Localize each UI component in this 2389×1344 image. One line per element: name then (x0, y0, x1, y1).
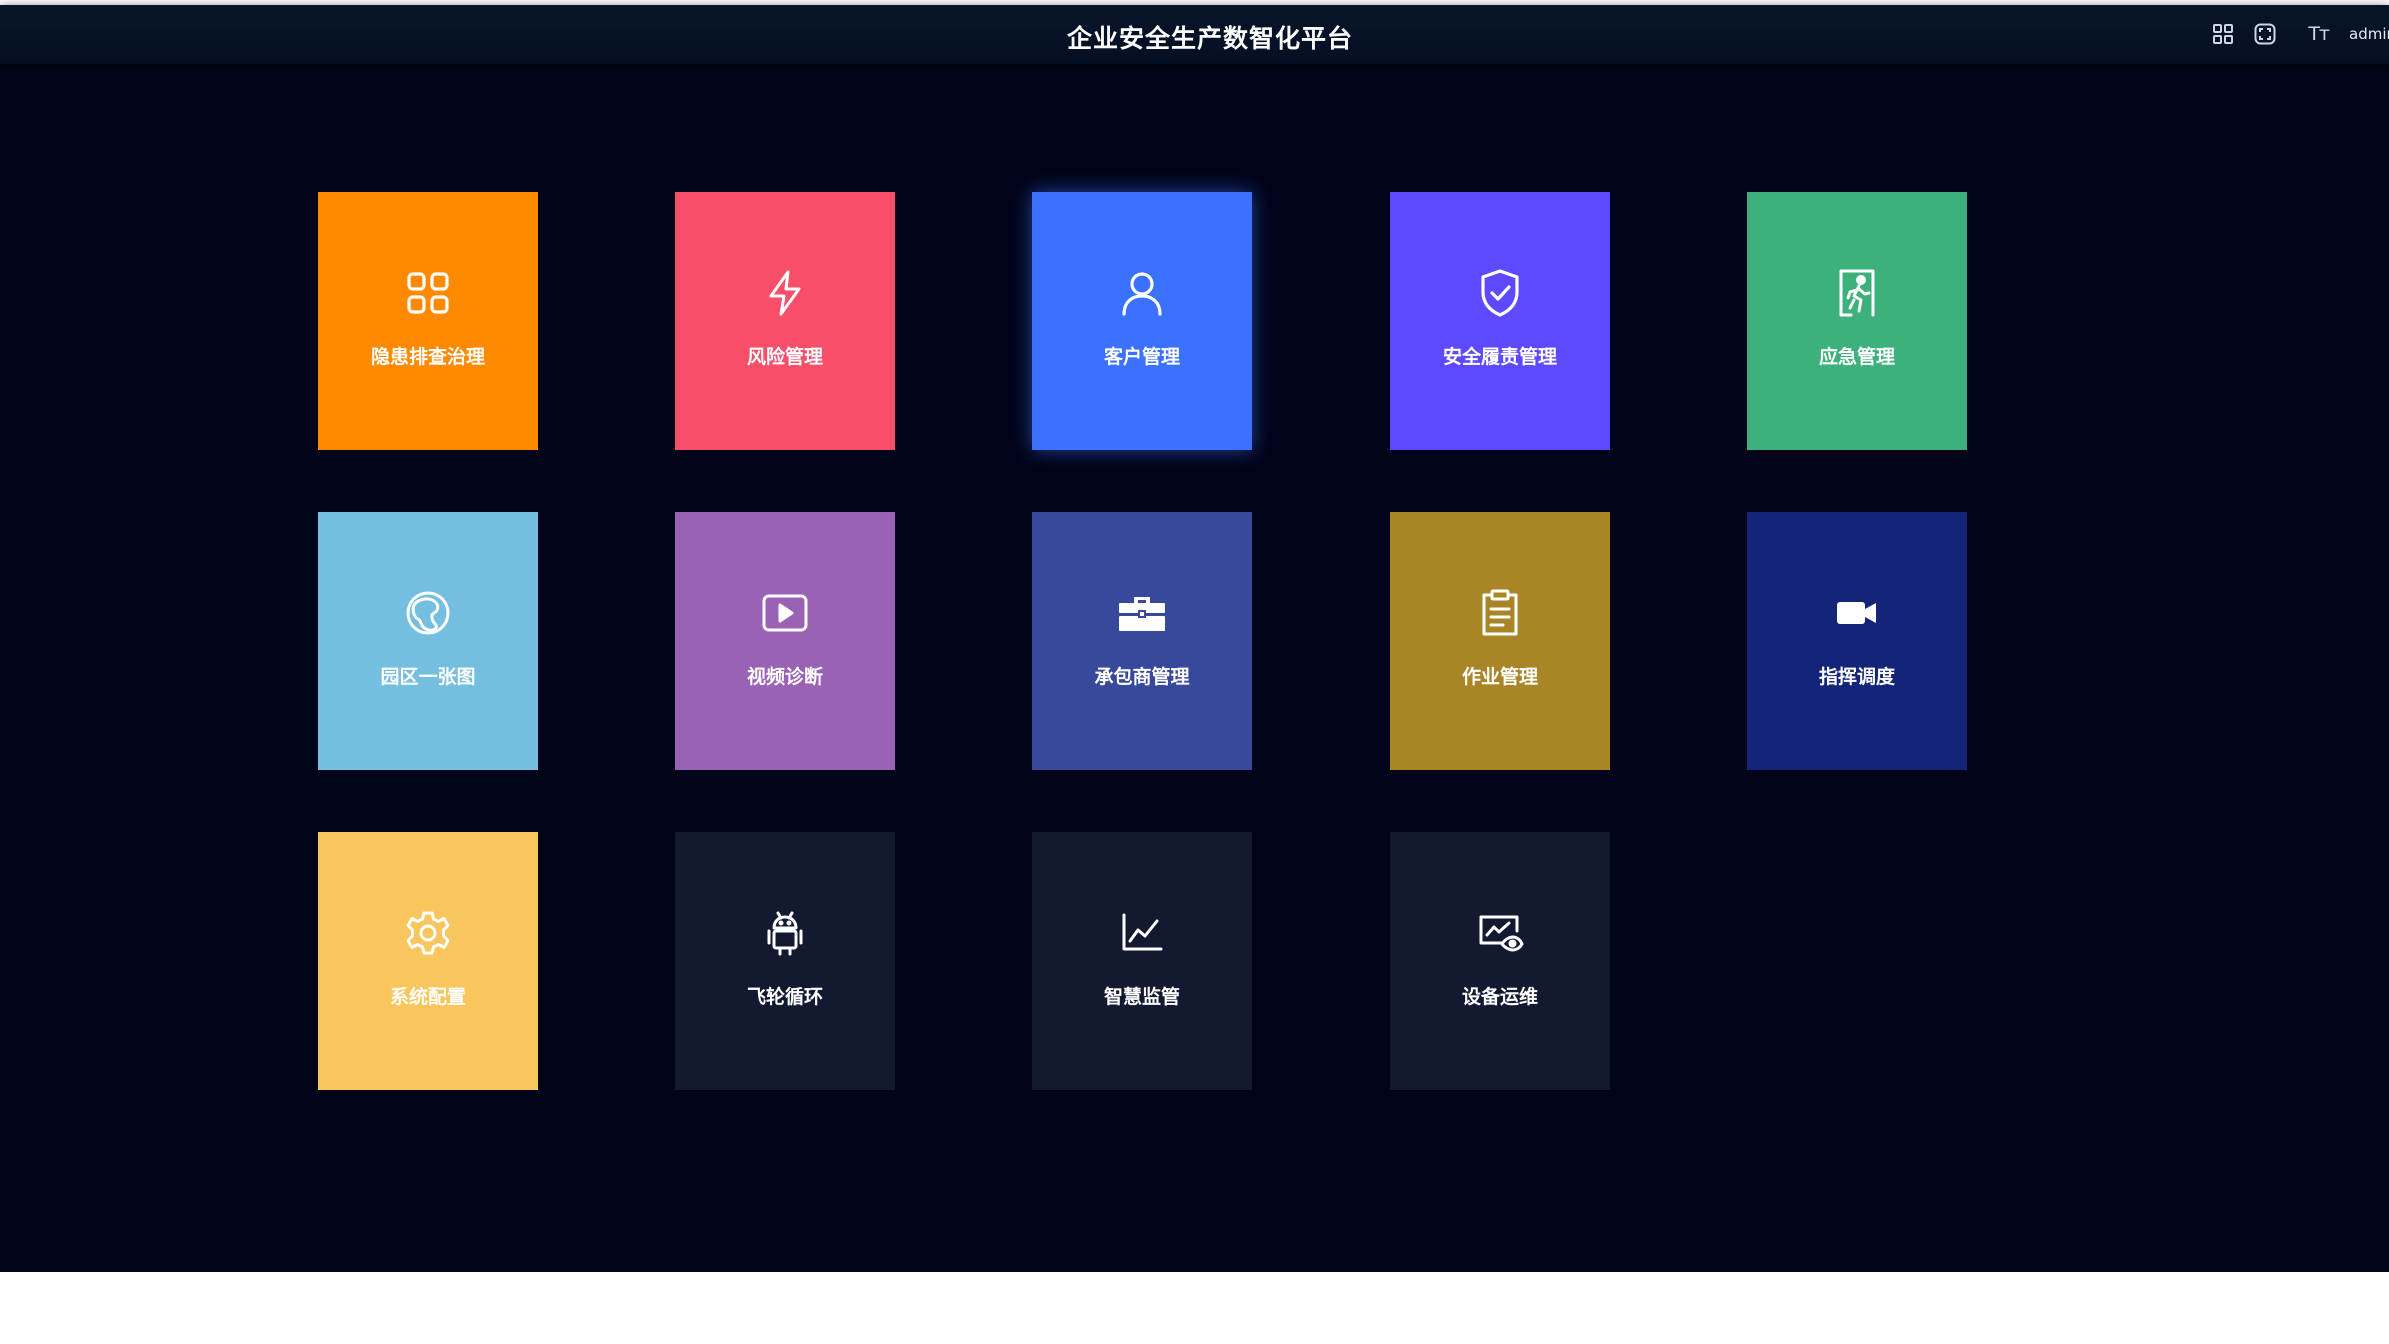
tile-video-diagnosis[interactable]: 视频诊断 (675, 512, 895, 770)
tile-label: 承包商管理 (1094, 666, 1190, 688)
toolbox-icon (1032, 588, 1252, 638)
tile-emergency-management[interactable]: 应急管理 (1747, 192, 1967, 450)
grid-icon (318, 268, 538, 318)
tile-hazard-investigation[interactable]: 隐患排查治理 (318, 192, 538, 450)
emergency-exit-icon (1747, 268, 1967, 318)
tile-label: 作业管理 (1461, 666, 1538, 688)
tile-work-management[interactable]: 作业管理 (1390, 512, 1610, 770)
map-globe-icon (318, 588, 538, 638)
tile-safety-duty-management[interactable]: 安全履责管理 (1390, 192, 1610, 450)
tile-label: 客户管理 (1103, 346, 1180, 368)
app-title: 企业安全生产数智化平台 (1066, 24, 1353, 53)
tile-system-config[interactable]: 系统配置 (318, 832, 538, 1090)
tile-label: 设备运维 (1461, 986, 1538, 1008)
tile-label: 应急管理 (1818, 346, 1895, 368)
tile-equipment-maintenance[interactable]: 设备运维 (1390, 832, 1610, 1090)
tile-label: 视频诊断 (746, 666, 823, 688)
tile-smart-supervision[interactable]: 智慧监管 (1032, 832, 1252, 1090)
tile-customer-management[interactable]: 客户管理 (1032, 192, 1252, 450)
tile-label: 智慧监管 (1103, 986, 1180, 1008)
shield-check-icon (1390, 268, 1610, 318)
app-root: 企业安全生产数智化平台 Tт admin (0, 5, 2389, 1272)
tile-label: 园区一张图 (380, 666, 476, 688)
apps-grid-icon[interactable] (2212, 23, 2234, 45)
tile-label: 安全履责管理 (1442, 346, 1557, 368)
video-play-icon (675, 588, 895, 638)
tile-label: 系统配置 (389, 986, 466, 1008)
tile-flywheel-cycle[interactable]: 飞轮循环 (675, 832, 895, 1090)
monitor-eye-icon (1390, 908, 1610, 958)
user-icon (1032, 268, 1252, 318)
line-chart-icon (1032, 908, 1252, 958)
tile-label: 隐患排查治理 (370, 346, 485, 368)
clipboard-icon (1390, 588, 1610, 638)
gear-icon (318, 908, 538, 958)
top-bar: 企业安全生产数智化平台 Tт admin (0, 5, 2389, 64)
tile-command-dispatch[interactable]: 指挥调度 (1747, 512, 1967, 770)
tile-contractor-management[interactable]: 承包商管理 (1032, 512, 1252, 770)
tile-label: 风险管理 (746, 346, 823, 368)
tile-risk-management[interactable]: 风险管理 (675, 192, 895, 450)
user-name[interactable]: admin (2349, 25, 2389, 43)
tile-label: 飞轮循环 (746, 986, 823, 1008)
font-size-button[interactable]: Tт (2308, 23, 2330, 45)
tile-park-map[interactable]: 园区一张图 (318, 512, 538, 770)
top-tools: Tт admin (2212, 19, 2389, 49)
robot-icon (675, 908, 895, 958)
tile-label: 指挥调度 (1818, 666, 1895, 688)
video-camera-icon (1747, 588, 1967, 638)
fullscreen-icon[interactable] (2254, 23, 2276, 45)
lightning-icon (675, 268, 895, 318)
